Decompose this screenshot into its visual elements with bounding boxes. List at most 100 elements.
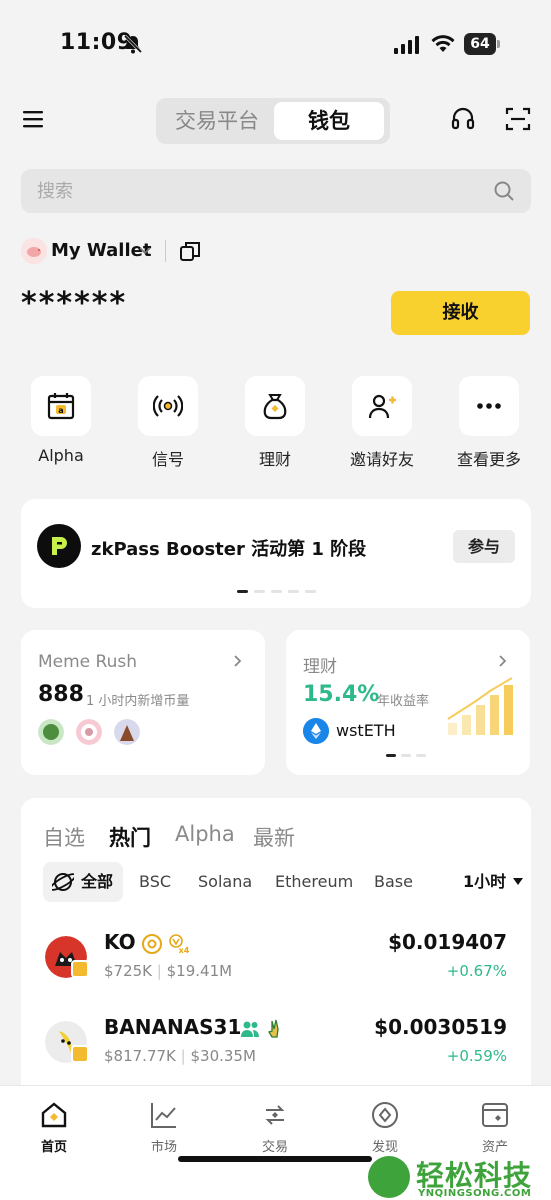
finance-rate-label: 年收益率 — [377, 694, 430, 709]
token-price: $0.019407 — [388, 930, 507, 954]
wallet-name[interactable]: My Wallet — [51, 240, 151, 261]
card-title: 理财 — [303, 657, 337, 677]
token-market-cap: $725K — [104, 962, 153, 980]
divider — [165, 240, 166, 262]
quick-action-label: 信号 — [151, 450, 184, 469]
alpha-at-icon — [142, 934, 162, 954]
tab-watchlist[interactable]: 自选 — [43, 822, 85, 852]
chain-chip-solana[interactable]: Solana — [198, 862, 252, 902]
chain-filter: 全部 BSC Solana Ethereum Base 1小时 — [43, 862, 523, 902]
quick-action-label: Alpha — [38, 446, 84, 465]
meme-coin-icon — [38, 719, 64, 745]
time-range-select[interactable]: 1小时 — [463, 862, 506, 902]
alpha-calendar-icon: a — [47, 393, 75, 420]
battery-indicator: 64 — [464, 33, 500, 55]
chain-chip-base[interactable]: Base — [374, 862, 428, 902]
market-chart-icon — [151, 1103, 176, 1128]
nav-market[interactable]: 市场 — [129, 1100, 199, 1155]
growth-bars-icon — [447, 677, 513, 735]
token-change: +0.59% — [446, 1047, 507, 1065]
tab-wallet[interactable]: 钱包 — [274, 102, 384, 140]
chevron-right-icon[interactable] — [496, 654, 510, 668]
site-watermark: 轻松科技 YNQINGSONG.COM — [366, 1152, 551, 1200]
token-change: +0.67% — [446, 962, 507, 980]
cellular-signal-icon — [394, 36, 419, 54]
token-price: $0.0030519 — [374, 1015, 507, 1039]
watermark-url: YNQINGSONG.COM — [418, 1188, 532, 1199]
chevron-down-icon[interactable] — [138, 244, 152, 258]
invite-user-icon — [368, 394, 396, 419]
watermark-logo-icon — [368, 1156, 410, 1198]
nav-label: 市场 — [150, 1140, 177, 1155]
chain-chip-bsc[interactable]: BSC — [139, 862, 171, 902]
promo-banner[interactable]: zkPass Booster 活动第 1 阶段 参与 — [21, 499, 531, 608]
caret-down-icon[interactable] — [513, 878, 523, 886]
menu-icon[interactable] — [22, 108, 44, 130]
assets-wallet-icon — [482, 1103, 508, 1127]
copy-icon[interactable] — [179, 240, 201, 262]
meme-count: 888 — [38, 682, 84, 707]
svg-text:a: a — [58, 406, 63, 415]
scan-icon[interactable] — [505, 106, 531, 132]
quick-action-signal[interactable]: 信号 — [137, 376, 199, 470]
banner-title: zkPass Booster 活动第 1 阶段 — [91, 539, 367, 560]
discover-compass-icon — [372, 1102, 398, 1128]
home-indicator — [178, 1156, 372, 1162]
peace-hand-icon — [268, 1019, 279, 1038]
quick-action-label: 查看更多 — [456, 450, 521, 469]
token-row[interactable]: KO x4 $725K | $19.41M $0.019407 +0.67% — [21, 916, 531, 1006]
meme-coin-icon — [76, 719, 102, 745]
mode-switch: 交易平台 钱包 — [156, 98, 390, 144]
meme-subtitle: 1 小时内新增币量 — [86, 694, 190, 709]
finance-card[interactable]: 理财 15.4% 年收益率 wstETH — [286, 630, 530, 775]
token-stats: $817.77K | $30.35M — [104, 1047, 256, 1065]
meme-coin-icon — [114, 719, 140, 745]
meme-rush-card[interactable]: Meme Rush 888 1 小时内新增币量 — [21, 630, 265, 775]
balance-masked[interactable]: ****** — [21, 286, 127, 321]
token-symbol: BANANAS31 — [104, 1015, 242, 1039]
bsc-chain-badge — [71, 1045, 89, 1063]
holders-group-icon — [241, 1021, 259, 1037]
nav-label: 首页 — [40, 1140, 67, 1155]
globe-icon — [52, 873, 74, 891]
quick-action-label: 邀请好友 — [349, 450, 414, 469]
token-volume: $30.35M — [190, 1047, 256, 1065]
tab-newest[interactable]: 最新 — [253, 822, 295, 852]
search-input[interactable] — [21, 169, 481, 213]
quick-action-invite[interactable]: 邀请好友 — [350, 376, 414, 470]
finance-asset: wstETH — [336, 721, 396, 740]
quick-action-label: 理财 — [258, 450, 291, 469]
wifi-icon — [431, 35, 455, 52]
join-button[interactable]: 参与 — [453, 530, 515, 563]
nav-label: 交易 — [261, 1140, 288, 1155]
chain-chip-ethereum[interactable]: Ethereum — [275, 862, 353, 902]
search-icon[interactable] — [493, 180, 515, 202]
tab-exchange[interactable]: 交易平台 — [162, 102, 272, 140]
finance-pagination — [386, 754, 426, 757]
chain-chip-all[interactable]: 全部 — [43, 862, 124, 902]
nav-discover[interactable]: 发现 — [350, 1100, 420, 1155]
tab-alpha[interactable]: Alpha — [175, 822, 235, 846]
multiplier-x4-icon: x4 — [169, 934, 190, 955]
finance-rate: 15.4% — [303, 682, 380, 707]
trade-swap-icon — [265, 1105, 285, 1125]
quick-action-alpha[interactable]: a Alpha — [30, 376, 92, 465]
token-stats: $725K | $19.41M — [104, 962, 233, 980]
zkpass-logo-icon — [37, 524, 81, 568]
home-icon — [41, 1102, 67, 1128]
quick-action-more[interactable]: 查看更多 — [457, 376, 521, 470]
headset-icon[interactable] — [450, 106, 476, 132]
nav-home[interactable]: 首页 — [19, 1100, 89, 1155]
quick-action-finance[interactable]: 理财 — [244, 376, 306, 470]
token-row[interactable]: BANANAS31 $817.77K | $30.35M $0.0030519 … — [21, 1001, 531, 1091]
money-bag-icon — [263, 394, 287, 420]
bsc-chain-badge — [71, 960, 89, 978]
nav-trade[interactable]: 交易 — [240, 1100, 310, 1155]
receive-button[interactable]: 接收 — [391, 291, 530, 335]
nav-assets[interactable]: 资产 — [460, 1100, 530, 1155]
chevron-right-icon[interactable] — [231, 654, 245, 668]
wallet-pig-icon[interactable] — [21, 238, 47, 264]
tab-hot[interactable]: 热门 — [109, 822, 151, 852]
signal-broadcast-icon — [153, 395, 183, 417]
token-symbol: KO — [104, 930, 136, 954]
